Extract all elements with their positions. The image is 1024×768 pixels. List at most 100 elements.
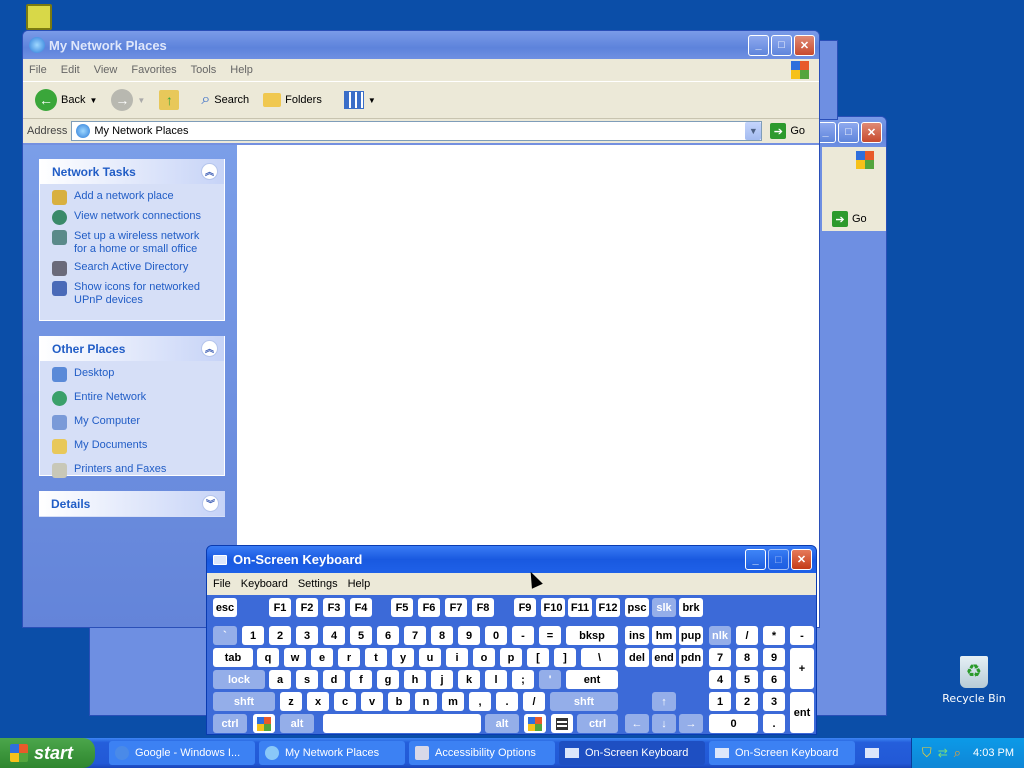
osk-key-r2-5[interactable]: 5 <box>350 626 372 645</box>
osk-key-r3-16[interactable]: pdn <box>679 648 703 667</box>
task-osk-2[interactable]: On-Screen Keyboard <box>709 741 855 765</box>
up-button[interactable]: ↑ <box>155 88 183 112</box>
osk-menu-settings[interactable]: Settings <box>298 578 338 590</box>
close-icon[interactable]: ✕ <box>861 121 882 143</box>
desktop-icon-top[interactable] <box>26 4 52 30</box>
osk-key-r3-20[interactable]: + <box>790 648 814 689</box>
place-desktop[interactable]: Desktop <box>40 365 224 389</box>
osk-key-r1-3[interactable]: F3 <box>323 598 345 617</box>
network-tasks-header[interactable]: Network Tasks ︽ <box>40 159 224 184</box>
osk-key-r4-9[interactable]: l <box>485 670 507 689</box>
osk-key-r2-17[interactable]: nlk <box>709 626 731 645</box>
osk-key-r5-1[interactable]: z <box>280 692 302 711</box>
osk-key-r2-15[interactable]: hm <box>652 626 676 645</box>
task-view-network-connections[interactable]: View network connections <box>40 208 224 228</box>
osk-key-r5-12[interactable]: ↑ <box>652 692 676 711</box>
osk-key-r4-10[interactable]: ; <box>512 670 534 689</box>
osk-key-r2-1[interactable]: 1 <box>242 626 264 645</box>
osk-key-r3-9[interactable]: o <box>473 648 495 667</box>
osk-key-r2-19[interactable]: * <box>763 626 785 645</box>
other-places-header[interactable]: Other Places ︽ <box>40 336 224 361</box>
osk-key-r4-4[interactable]: f <box>350 670 372 689</box>
recycle-bin[interactable]: ♻ Recycle Bin <box>940 656 1008 705</box>
osk-key-r5-13[interactable]: 1 <box>709 692 731 711</box>
osk-key-r5-4[interactable]: v <box>361 692 383 711</box>
osk-menu-help[interactable]: Help <box>348 578 371 590</box>
osk-key-r1-5[interactable]: F5 <box>391 598 413 617</box>
views-button[interactable]: ▼ <box>340 89 380 111</box>
osk-key-r1-10[interactable]: F10 <box>541 598 565 617</box>
osk-key-r3-11[interactable]: [ <box>527 648 549 667</box>
osk-key-r2-2[interactable]: 2 <box>269 626 291 645</box>
osk-key-r2-9[interactable]: 9 <box>458 626 480 645</box>
menu-file[interactable]: File <box>29 64 47 76</box>
osk-key-r2-3[interactable]: 3 <box>296 626 318 645</box>
osk-key-r5-16[interactable]: ent <box>790 692 814 733</box>
osk-key-r3-7[interactable]: u <box>419 648 441 667</box>
osk-key-r2-10[interactable]: 0 <box>485 626 507 645</box>
menu-tools[interactable]: Tools <box>191 64 217 76</box>
osk-key-r5-5[interactable]: b <box>388 692 410 711</box>
osk-key-r2-6[interactable]: 6 <box>377 626 399 645</box>
osk-key-r3-3[interactable]: e <box>311 648 333 667</box>
osk-key-r2-4[interactable]: 4 <box>323 626 345 645</box>
osk-key-r5-11[interactable]: shft <box>550 692 618 711</box>
osk-key-r6-8[interactable]: . <box>763 714 785 733</box>
osk-key-r6-5[interactable]: ↓ <box>652 714 676 733</box>
osk-key-r1-8[interactable]: F8 <box>472 598 494 617</box>
close-icon[interactable]: ✕ <box>791 549 812 570</box>
details-header[interactable]: Details ︾ <box>39 491 225 516</box>
chevron-up-icon[interactable]: ︽ <box>201 163 218 180</box>
osk-key-r3-1[interactable]: q <box>257 648 279 667</box>
osk-key-r3-10[interactable]: p <box>500 648 522 667</box>
osk-menu-file[interactable]: File <box>213 578 231 590</box>
maximize-icon[interactable]: □ <box>768 549 789 570</box>
task-my-network-places[interactable]: My Network Places <box>259 741 405 765</box>
osk-key-r3-19[interactable]: 9 <box>763 648 785 667</box>
osk-key-space[interactable] <box>323 714 481 733</box>
osk-key-r1-2[interactable]: F2 <box>296 598 318 617</box>
osk-key-r6-7[interactable]: 0 <box>709 714 758 733</box>
osk-key-r3-6[interactable]: y <box>392 648 414 667</box>
osk-key-r1-11[interactable]: F11 <box>568 598 592 617</box>
osk-key-r2-7[interactable]: 7 <box>404 626 426 645</box>
osk-key-r4-5[interactable]: g <box>377 670 399 689</box>
osk-key-r4-3[interactable]: d <box>323 670 345 689</box>
osk-key-r4-1[interactable]: a <box>269 670 291 689</box>
maximize-icon[interactable]: □ <box>838 121 859 143</box>
osk-key-r4-2[interactable]: s <box>296 670 318 689</box>
osk-key-r2-18[interactable]: / <box>736 626 758 645</box>
osk-key-r2-11[interactable]: - <box>512 626 534 645</box>
place-my-documents[interactable]: My Documents <box>40 437 224 461</box>
osk-key-r2-16[interactable]: pup <box>679 626 703 645</box>
osk-key-r4-8[interactable]: k <box>458 670 480 689</box>
osk-key-r5-10[interactable]: / <box>523 692 545 711</box>
osk-key-r1-4[interactable]: F4 <box>350 598 372 617</box>
osk-key-r3-4[interactable]: r <box>338 648 360 667</box>
network-status-icon[interactable]: ⇄ <box>938 746 948 760</box>
osk-key-win-left[interactable] <box>253 714 275 733</box>
osk-key-r4-11[interactable]: ' <box>539 670 561 689</box>
osk-key-r4-15[interactable]: 6 <box>763 670 785 689</box>
osk-key-r5-15[interactable]: 3 <box>763 692 785 711</box>
osk-key-r1-9[interactable]: F9 <box>514 598 536 617</box>
minimize-icon[interactable]: _ <box>748 34 769 56</box>
language-bar-icon[interactable] <box>865 748 879 758</box>
osk-key-r6-1[interactable]: alt <box>280 714 314 733</box>
go-button[interactable]: ➔ Go <box>832 211 867 227</box>
osk-key-r1-0[interactable]: esc <box>213 598 237 617</box>
osk-key-r1-13[interactable]: psc <box>625 598 649 617</box>
osk-key-r2-20[interactable]: - <box>790 626 814 645</box>
menu-help[interactable]: Help <box>230 64 253 76</box>
osk-key-r2-8[interactable]: 8 <box>431 626 453 645</box>
osk-key-r2-0[interactable]: ` <box>213 626 237 645</box>
chevron-down-icon[interactable]: ▼ <box>745 122 762 140</box>
osk-key-r1-14[interactable]: slk <box>652 598 676 617</box>
osk-key-r3-2[interactable]: w <box>284 648 306 667</box>
osk-key-r5-9[interactable]: . <box>496 692 518 711</box>
menu-view[interactable]: View <box>94 64 118 76</box>
search-icon[interactable]: ⌕ <box>954 745 961 761</box>
task-osk-1[interactable]: On-Screen Keyboard <box>559 741 705 765</box>
osk-key-r1-1[interactable]: F1 <box>269 598 291 617</box>
osk-key-r6-2[interactable]: alt <box>485 714 519 733</box>
